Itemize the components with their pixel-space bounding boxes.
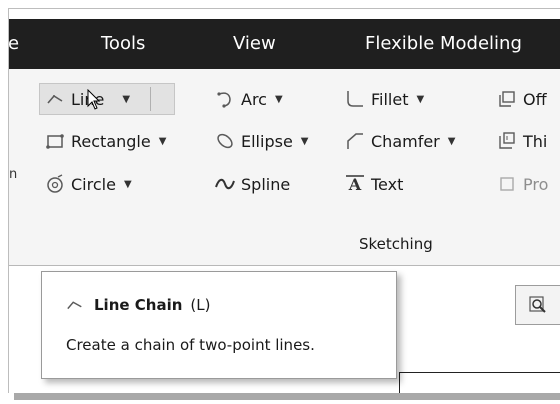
project-button[interactable]: Pro — [497, 169, 548, 199]
offset-icon — [497, 89, 517, 109]
menu-view[interactable]: View — [233, 32, 276, 56]
application-window: e Tools View Flexible Modeling n Line ▼ … — [8, 8, 560, 393]
fillet-label: Fillet — [371, 89, 409, 109]
spline-icon — [215, 174, 235, 194]
menu-flexible-modeling[interactable]: Flexible Modeling — [365, 32, 522, 56]
rectangle-button[interactable]: Rectangle ▼ — [45, 126, 166, 156]
rectangle-icon — [45, 131, 65, 151]
chamfer-dropdown-arrow[interactable]: ▼ — [448, 136, 456, 147]
fillet-icon — [345, 89, 365, 109]
search-icon — [529, 296, 546, 313]
spline-label: Spline — [241, 174, 291, 194]
fillet-dropdown-arrow[interactable]: ▼ — [417, 94, 425, 105]
arc-icon — [215, 89, 235, 109]
divider-horizontal — [399, 372, 560, 373]
ellipse-button[interactable]: Ellipse ▼ — [215, 126, 308, 156]
arc-label: Arc — [241, 89, 267, 109]
text-button[interactable]: A Text — [345, 169, 403, 199]
project-label: Pro — [523, 174, 549, 194]
arc-button[interactable]: Arc ▼ — [215, 84, 283, 114]
thicken-label: Thi — [523, 131, 548, 151]
text-icon: A — [345, 174, 365, 194]
offset-button[interactable]: Off — [497, 84, 547, 114]
circle-button[interactable]: Circle ▼ — [45, 169, 132, 199]
tooltip-title: Line Chain — [94, 296, 183, 314]
chamfer-label: Chamfer — [371, 131, 440, 151]
line-icon — [66, 296, 84, 314]
line-dropdown-arrow[interactable]: ▼ — [122, 94, 130, 105]
tooltip-description: Create a chain of two-point lines. — [66, 336, 315, 354]
spline-button[interactable]: Spline — [215, 169, 290, 199]
ellipse-label: Ellipse — [241, 131, 293, 151]
ribbon-left-fragment: n — [9, 167, 18, 182]
rectangle-dropdown-arrow[interactable]: ▼ — [159, 136, 167, 147]
menu-tools[interactable]: Tools — [101, 32, 145, 56]
circle-label: Circle — [71, 174, 116, 194]
divider-vertical — [399, 372, 400, 393]
ellipse-icon — [215, 131, 235, 151]
ribbon-group-label: Sketching — [359, 235, 433, 253]
thicken-button[interactable]: Thi — [497, 126, 547, 156]
menu-item-partial[interactable]: e — [9, 32, 19, 56]
offset-label: Off — [523, 89, 547, 109]
split-separator — [150, 87, 151, 111]
ellipse-dropdown-arrow[interactable]: ▼ — [301, 136, 309, 147]
chamfer-icon — [345, 131, 365, 151]
arc-dropdown-arrow[interactable]: ▼ — [275, 94, 283, 105]
project-icon — [497, 174, 517, 194]
ribbon-panel: n Line ▼ Rectangle ▼ Circle — [9, 69, 560, 266]
text-label: Text — [371, 174, 404, 194]
mouse-pointer-icon — [87, 89, 101, 110]
rectangle-label: Rectangle — [71, 131, 151, 151]
circle-icon — [45, 174, 65, 194]
tooltip: Line Chain (L) Create a chain of two-poi… — [41, 271, 397, 379]
line-icon — [45, 89, 65, 109]
fillet-button[interactable]: Fillet ▼ — [345, 84, 424, 114]
tooltip-header: Line Chain (L) — [66, 296, 210, 314]
menu-bar: e Tools View Flexible Modeling — [9, 19, 560, 69]
svg-text:A: A — [348, 175, 362, 194]
thicken-icon — [497, 131, 517, 151]
search-button[interactable] — [515, 285, 560, 325]
window-shadow — [14, 392, 560, 400]
chamfer-button[interactable]: Chamfer ▼ — [345, 126, 455, 156]
tooltip-shortcut: (L) — [190, 296, 211, 314]
circle-dropdown-arrow[interactable]: ▼ — [124, 179, 132, 190]
